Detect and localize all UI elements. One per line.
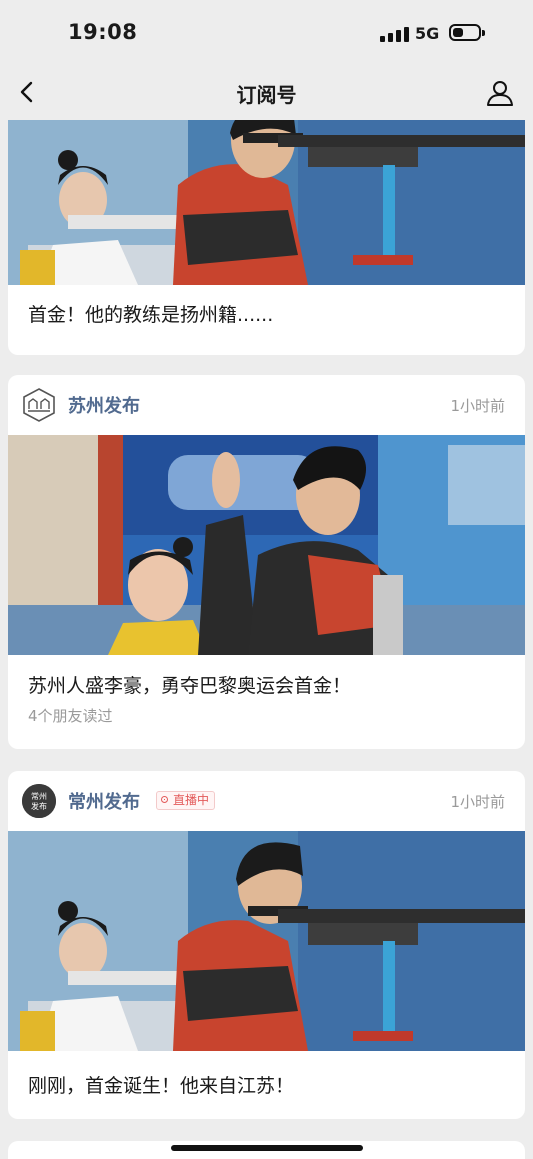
signal-icon <box>380 27 410 42</box>
user-icon[interactable] <box>485 78 515 108</box>
source-avatar[interactable] <box>22 388 56 422</box>
article-image[interactable] <box>8 435 525 655</box>
article-card[interactable]: 首金！他的教练是扬州籍...... <box>8 120 525 355</box>
live-badge[interactable]: 直播中 <box>156 791 216 810</box>
article-title[interactable]: 首金！他的教练是扬州籍...... <box>28 300 273 327</box>
svg-text:发布: 发布 <box>31 801 47 811</box>
publish-time: 1小时前 <box>450 397 505 415</box>
article-feed: 首金！他的教练是扬州籍...... 苏州发布 1小时前 苏州人盛李豪，勇夺巴黎奥… <box>0 120 533 1159</box>
network-type: 5G <box>415 24 440 43</box>
article-card[interactable]: 常州 发布 常州发布 直播中 1小时前 刚刚，首金诞生！他来自江苏！ <box>8 771 525 1119</box>
article-title[interactable]: 刚刚，首金诞生！他来自江苏！ <box>28 1071 294 1098</box>
card-header: 常州 发布 常州发布 直播中 1小时前 <box>8 771 525 831</box>
source-name[interactable]: 常州发布 <box>68 788 140 814</box>
card-header: 苏州发布 1小时前 <box>8 375 525 435</box>
source-name[interactable]: 苏州发布 <box>68 392 140 418</box>
home-indicator[interactable] <box>171 1145 363 1151</box>
publish-time: 1小时前 <box>450 793 505 811</box>
article-card[interactable]: 苏州发布 1小时前 苏州人盛李豪，勇夺巴黎奥运会首金！ 4个朋友读过 <box>8 375 525 749</box>
live-icon <box>161 796 168 803</box>
nav-bar: 订阅号 <box>0 64 533 120</box>
article-image[interactable] <box>8 831 525 1051</box>
battery-icon <box>449 24 485 41</box>
article-title[interactable]: 苏州人盛李豪，勇夺巴黎奥运会首金！ <box>28 671 351 698</box>
svg-text:常州: 常州 <box>31 792 47 801</box>
source-avatar[interactable]: 常州 发布 <box>22 784 56 818</box>
read-by-friends: 4个朋友读过 <box>28 707 113 725</box>
status-time: 19:08 <box>68 20 138 44</box>
page-title: 订阅号 <box>236 83 297 107</box>
chevron-left-icon[interactable] <box>14 78 42 106</box>
status-bar: 19:08 5G <box>0 0 533 64</box>
article-image[interactable] <box>8 120 525 285</box>
